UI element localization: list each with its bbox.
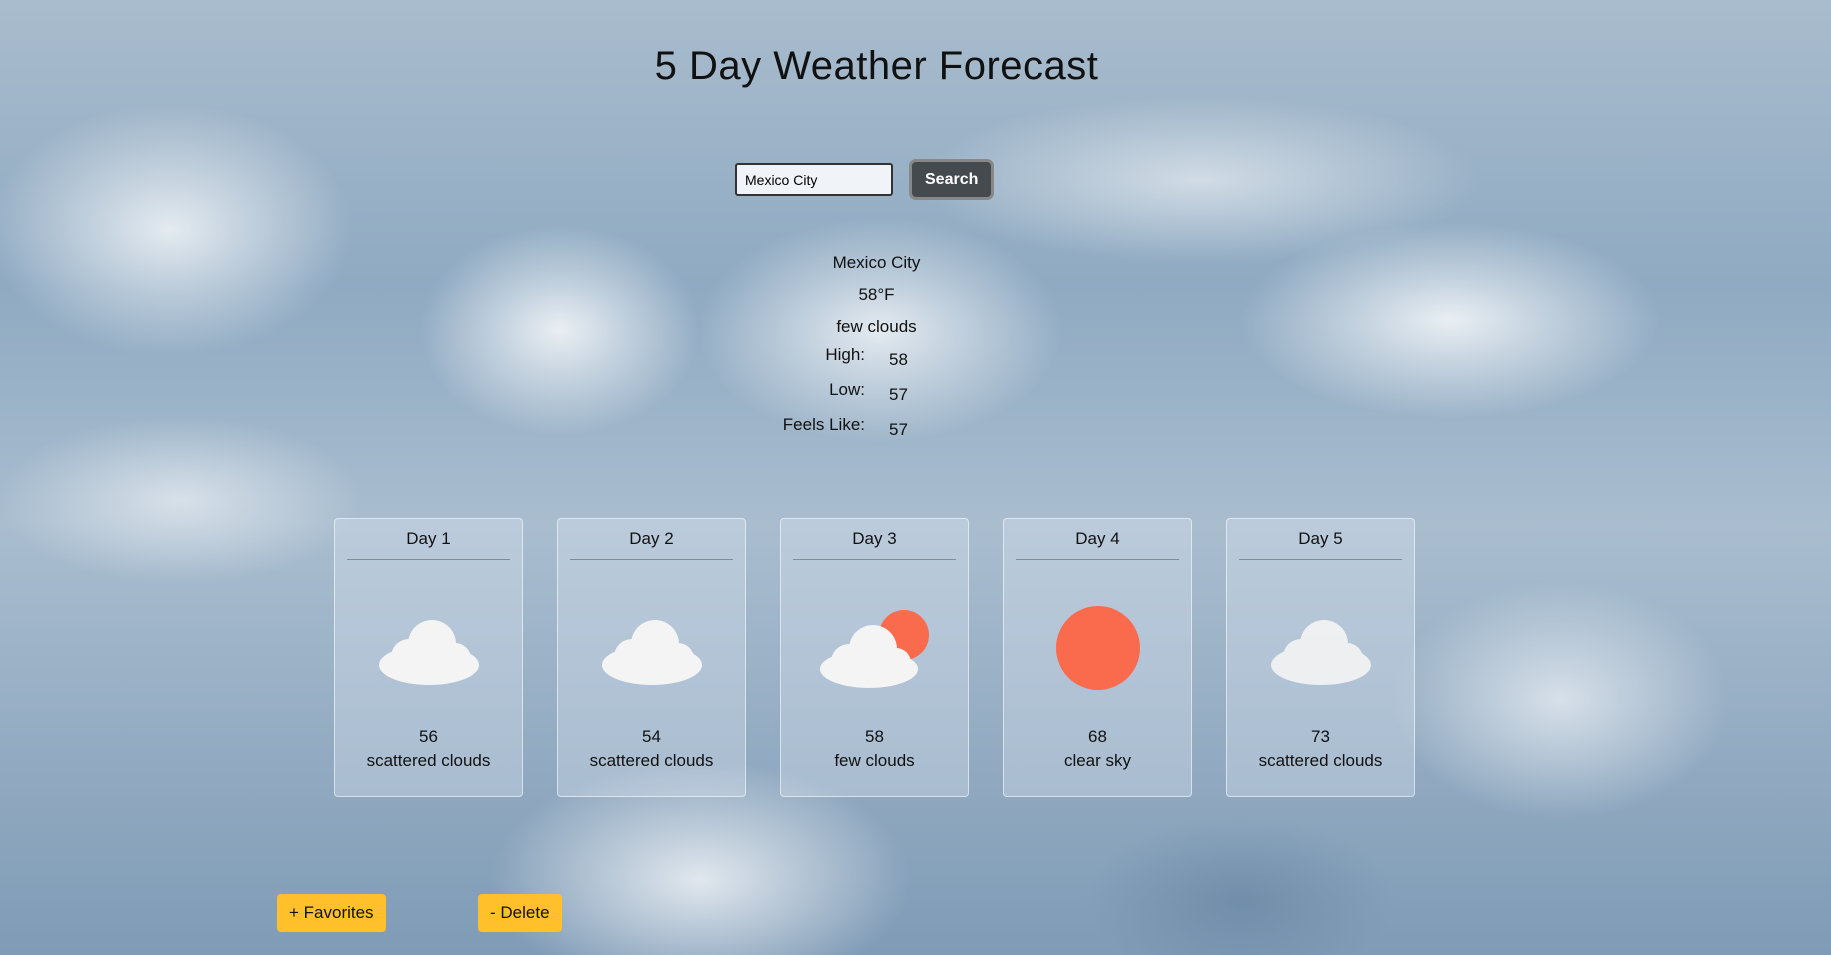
add-favorites-button[interactable]: + Favorites bbox=[277, 894, 386, 932]
stat-value: 57 bbox=[889, 385, 908, 404]
search-button[interactable]: Search bbox=[909, 159, 995, 200]
stat-feels-like: Feels Like: 57 bbox=[760, 415, 949, 450]
current-stats: High: 58 Low: 57 Feels Like: 57 bbox=[760, 345, 949, 450]
cloud-sun-icon bbox=[820, 610, 929, 688]
card-temp: 68 bbox=[1088, 727, 1107, 746]
card-day-label: Day 5 bbox=[1239, 519, 1402, 560]
card-temp: 54 bbox=[642, 727, 661, 746]
stat-label: High: bbox=[825, 345, 865, 364]
cloud-icon bbox=[602, 620, 702, 685]
stat-low: Low: 57 bbox=[760, 380, 949, 415]
card-description: scattered clouds bbox=[366, 751, 491, 770]
current-weather: Mexico City 58°F few clouds bbox=[0, 252, 1753, 348]
forecast-cards: Day 1 56 scattered clouds Day 2 54 scatt… bbox=[334, 518, 1415, 797]
forecast-card-day-4: Day 4 68 clear sky bbox=[1003, 518, 1192, 797]
card-description: scattered clouds bbox=[589, 751, 714, 770]
stat-value: 57 bbox=[889, 420, 908, 439]
current-temp: 58°F bbox=[858, 285, 895, 304]
card-description: scattered clouds bbox=[1258, 751, 1383, 770]
page-title: 5 Day Weather Forecast bbox=[654, 44, 1099, 88]
cloud-icon bbox=[379, 620, 479, 685]
card-day-label: Day 2 bbox=[570, 519, 733, 560]
current-description: few clouds bbox=[836, 317, 917, 336]
card-day-label: Day 1 bbox=[347, 519, 510, 560]
search-bar: Search bbox=[735, 159, 995, 200]
sun-icon bbox=[1056, 606, 1140, 690]
forecast-card-day-3: Day 3 58 few clouds bbox=[780, 518, 969, 797]
card-temp: 58 bbox=[865, 727, 884, 746]
cloud-icon bbox=[1271, 620, 1371, 685]
search-input[interactable] bbox=[735, 163, 893, 196]
delete-button[interactable]: - Delete bbox=[478, 894, 562, 932]
card-temp: 73 bbox=[1311, 727, 1330, 746]
stat-value: 58 bbox=[889, 350, 908, 369]
card-day-label: Day 3 bbox=[793, 519, 956, 560]
forecast-card-day-2: Day 2 54 scattered clouds bbox=[557, 518, 746, 797]
current-city: Mexico City bbox=[832, 253, 921, 272]
card-description: clear sky bbox=[1063, 751, 1132, 770]
stat-high: High: 58 bbox=[760, 345, 949, 380]
forecast-card-day-1: Day 1 56 scattered clouds bbox=[334, 518, 523, 797]
stat-label: Low: bbox=[829, 380, 865, 399]
card-day-label: Day 4 bbox=[1016, 519, 1179, 560]
forecast-card-day-5: Day 5 73 scattered clouds bbox=[1226, 518, 1415, 797]
card-temp: 56 bbox=[419, 727, 438, 746]
card-description: few clouds bbox=[834, 751, 915, 770]
stat-label: Feels Like: bbox=[782, 415, 865, 434]
